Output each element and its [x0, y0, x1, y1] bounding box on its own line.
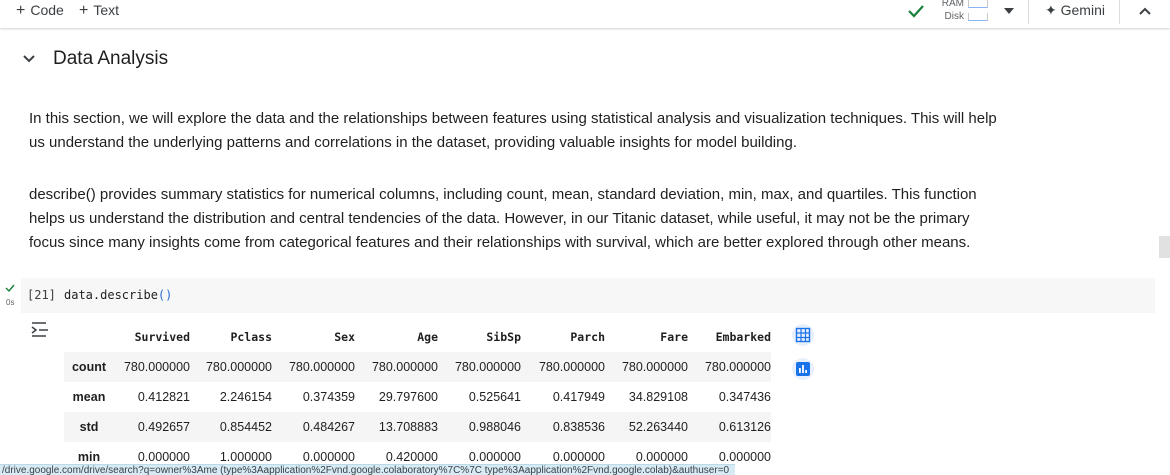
table-cell: 13.708883: [378, 420, 438, 434]
code-function: data.describe: [64, 288, 158, 302]
table-cell: 780.000000: [205, 360, 272, 374]
table-cell: 29.797600: [378, 390, 438, 404]
add-text-label: Text: [93, 2, 120, 18]
table-cell: 780.000000: [704, 360, 771, 374]
text-paragraph: describe() provides summary statistics f…: [29, 186, 977, 251]
suggest-charts-button[interactable]: [792, 358, 814, 380]
section-header[interactable]: Data Analysis: [22, 48, 168, 70]
table-cell: 34.829108: [628, 390, 688, 404]
table-cell: 52.263440: [628, 420, 688, 434]
column-header: Sex: [334, 330, 355, 344]
chevron-down-icon[interactable]: [22, 54, 36, 64]
plus-icon: +: [79, 2, 89, 19]
add-code-label: Code: [30, 2, 64, 18]
add-text-button[interactable]: + Text: [79, 2, 119, 20]
ram-label: RAM: [941, 0, 964, 9]
status-bar-url: /drive.google.com/drive/search?q=owner%3…: [0, 464, 736, 475]
execution-check-icon: [5, 284, 15, 293]
table-cell: 0.854452: [219, 420, 272, 434]
execution-time: 0s: [6, 298, 15, 307]
table-cell: 780.000000: [288, 360, 355, 374]
ram-bar: [968, 0, 988, 8]
bar-chart-icon: [796, 362, 810, 376]
table-row: mean 0.412821 2.246154 0.374359 29.79760…: [64, 382, 771, 412]
table-icon: [795, 327, 811, 343]
scrollbar-thumb[interactable]: [1159, 236, 1170, 258]
table-cell: 780.000000: [123, 360, 190, 374]
column-header: Fare: [660, 330, 688, 344]
code-text[interactable]: data.describe(): [64, 288, 172, 302]
table-cell: 780.000000: [454, 360, 521, 374]
code-cell[interactable]: [21, 278, 1155, 313]
table-cell: 0.374359: [302, 390, 355, 404]
table-cell: 0.838536: [552, 420, 605, 434]
sparkle-icon: ✦: [1045, 2, 1061, 18]
table-cell: 780.000000: [621, 360, 688, 374]
toolbar-divider: [1119, 0, 1120, 24]
ram-disk-indicator[interactable]: RAM Disk: [938, 0, 988, 23]
table-cell: 0.347436: [718, 390, 771, 404]
code-parens: (): [157, 288, 173, 302]
gemini-label: Gemini: [1060, 2, 1105, 18]
table-cell: 0.613126: [718, 420, 771, 434]
column-header: Survived: [134, 330, 190, 344]
row-label: std: [79, 420, 99, 434]
output-actions-icon[interactable]: [31, 320, 49, 338]
table-cell: 780.000000: [538, 360, 605, 374]
chevron-up-icon[interactable]: [1138, 5, 1152, 17]
table-cell: 0.412821: [137, 390, 190, 404]
column-header: Embarked: [715, 330, 771, 344]
row-label: count: [71, 360, 107, 374]
table-cell: 0.484267: [302, 420, 355, 434]
row-label: mean: [72, 390, 106, 404]
column-header: SibSp: [486, 330, 521, 344]
column-header: Pclass: [230, 330, 272, 344]
table-row: std 0.492657 0.854452 0.484267 13.708883…: [64, 412, 771, 442]
table-cell: 0.525641: [468, 390, 521, 404]
toolbar-divider: [1028, 0, 1029, 24]
plus-icon: +: [16, 2, 26, 19]
table-row: count 780.000000 780.000000 780.000000 7…: [64, 352, 771, 382]
text-paragraph: In this section, we will explore the dat…: [29, 110, 997, 151]
table-cell: 0.417949: [552, 390, 605, 404]
runtime-dropdown-icon[interactable]: [1003, 6, 1015, 16]
describe-table: Survived Pclass Sex Age SibSp Parch Fare…: [64, 322, 771, 472]
index-header: [64, 322, 114, 352]
column-header: Age: [417, 330, 438, 344]
table-cell: 2.246154: [219, 390, 272, 404]
table-cell: 780.000000: [371, 360, 438, 374]
table-cell: 0.988046: [468, 420, 521, 434]
notebook-toolbar: + Code + Text RAM Disk ✦ Gemini: [0, 0, 1170, 28]
convert-to-interactive-table-button[interactable]: [792, 324, 814, 346]
disk-bar: [968, 12, 988, 21]
section-title: Data Analysis: [53, 48, 169, 69]
execution-count: [21]: [27, 288, 56, 302]
add-code-button[interactable]: + Code: [16, 2, 64, 20]
table-cell: 0.492657: [137, 420, 190, 434]
table-header-row: Survived Pclass Sex Age SibSp Parch Fare…: [64, 322, 771, 352]
column-header: Parch: [570, 330, 605, 344]
disk-label: Disk: [944, 11, 964, 22]
gemini-button[interactable]: ✦ Gemini: [1045, 2, 1105, 19]
connected-check-icon: [908, 5, 924, 18]
